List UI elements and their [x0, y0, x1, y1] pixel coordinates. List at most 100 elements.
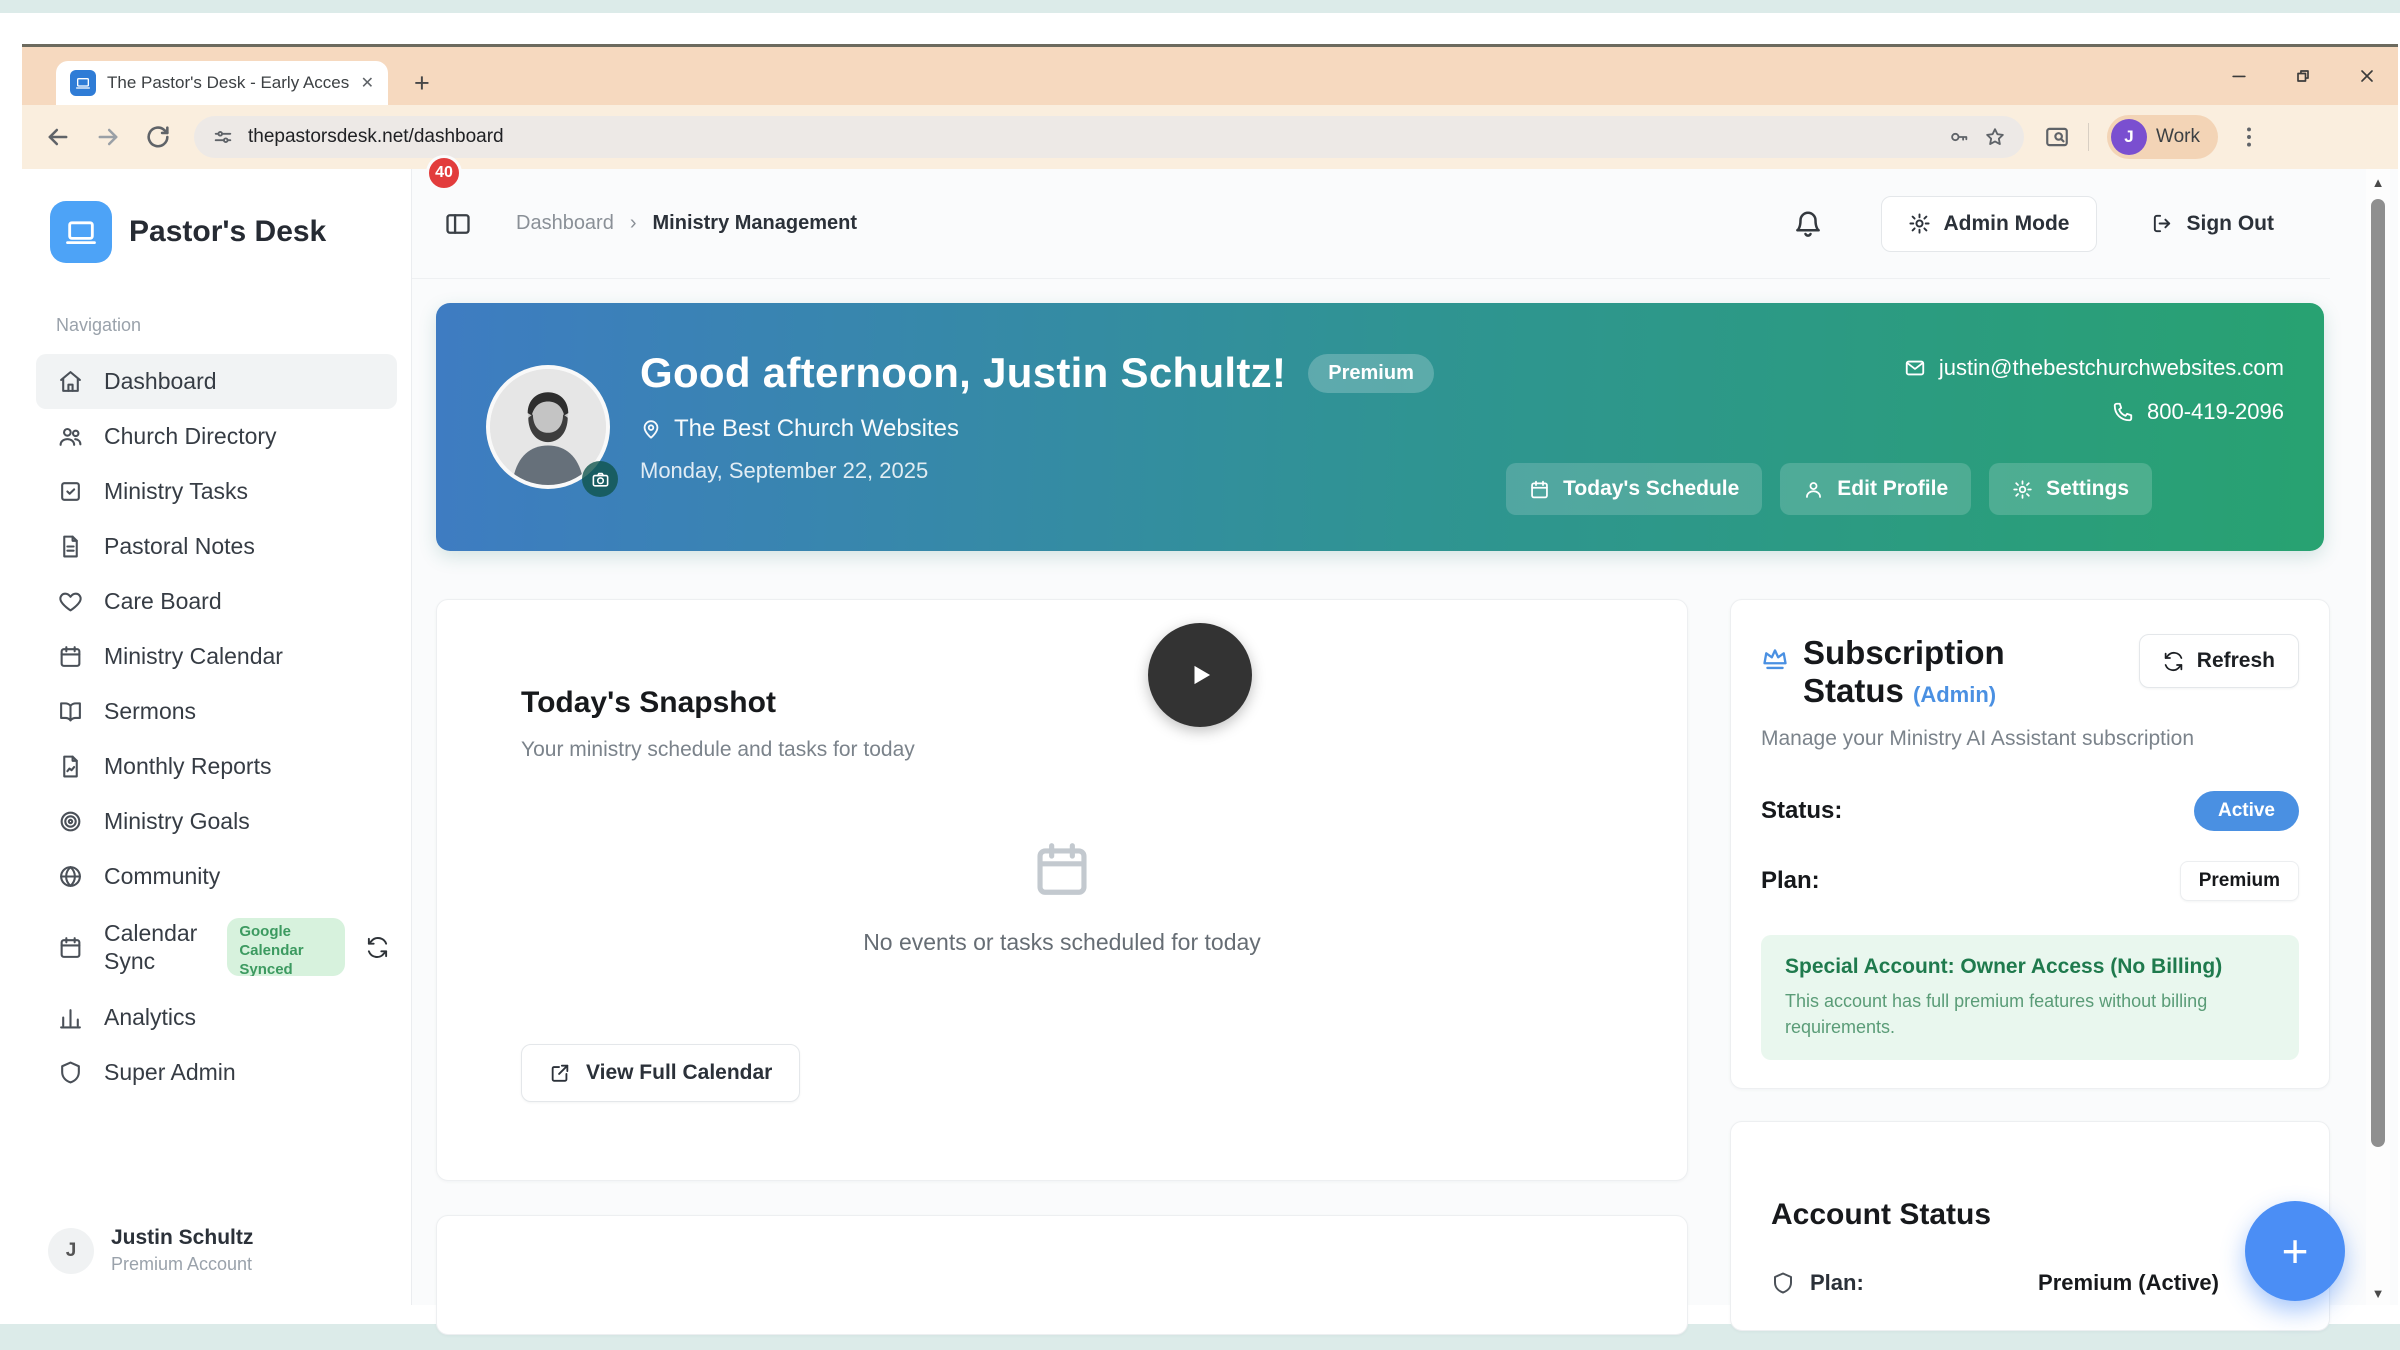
- view-full-calendar-button[interactable]: View Full Calendar: [521, 1044, 800, 1102]
- address-bar[interactable]: thepastorsdesk.net/dashboard: [194, 116, 2024, 158]
- main-area: Dashboard › Ministry Management 40 Admin…: [412, 169, 2330, 1305]
- page-scrollbar[interactable]: ▲ ▼: [2366, 169, 2390, 1305]
- sidebar-item-care-board[interactable]: Care Board: [36, 574, 397, 629]
- url-text[interactable]: thepastorsdesk.net/dashboard: [248, 126, 1934, 148]
- sidebar: Pastor's Desk Navigation Dashboard Churc…: [22, 169, 412, 1305]
- notifications-bell-icon[interactable]: [1793, 209, 1823, 239]
- sidebar-item-monthly-reports[interactable]: Monthly Reports: [36, 739, 397, 794]
- browser-menu-icon[interactable]: [2236, 124, 2262, 150]
- password-key-icon[interactable]: [1948, 126, 1970, 148]
- crown-icon: [1761, 644, 1789, 672]
- account-status-title: Account Status: [1771, 1198, 2289, 1232]
- breadcrumb-page: Ministry Management: [653, 212, 857, 235]
- profile-label: Work: [2156, 126, 2200, 148]
- sidebar-item-pastoral-notes[interactable]: Pastoral Notes: [36, 519, 397, 574]
- tune-icon[interactable]: [212, 126, 234, 148]
- calendar-icon: [1529, 479, 1550, 500]
- forward-button[interactable]: [94, 123, 122, 151]
- refresh-icon: [2163, 651, 2184, 672]
- account-plan-value: Premium (Active): [2038, 1270, 2219, 1296]
- subscription-subtitle: Manage your Ministry AI Assistant subscr…: [1761, 727, 2299, 751]
- scrollbar-thumb[interactable]: [2371, 199, 2385, 1147]
- banner-email[interactable]: justin@thebestchurchwebsites.com: [1939, 355, 2284, 381]
- church-name: The Best Church Websites: [674, 415, 959, 443]
- tab-close-icon[interactable]: ✕: [361, 73, 374, 93]
- sidebar-user[interactable]: J Justin Schultz Premium Account: [48, 1226, 253, 1275]
- play-icon: [1178, 653, 1222, 697]
- browser-tab-strip: The Pastor's Desk - Early Acces ✕ +: [22, 47, 2398, 105]
- close-button[interactable]: [2356, 65, 2378, 87]
- banner-date: Monday, September 22, 2025: [640, 458, 1434, 484]
- camera-icon: [591, 470, 610, 489]
- app-logo-row[interactable]: Pastor's Desk: [50, 201, 411, 263]
- note-icon: [58, 534, 83, 559]
- tab-favicon-icon: [70, 70, 96, 96]
- back-button[interactable]: [44, 123, 72, 151]
- scrollbar-up-arrow[interactable]: ▲: [2366, 175, 2390, 190]
- sidebar-item-sermons[interactable]: Sermons: [36, 684, 397, 739]
- sidebar-item-calendar-sync[interactable]: Calendar Sync Google Calendar Synced: [36, 904, 397, 990]
- change-photo-button[interactable]: [582, 461, 618, 497]
- notice-text: This account has full premium features w…: [1785, 988, 2275, 1040]
- subscription-title: Subscription Status (Admin): [1803, 634, 2103, 711]
- banner-phone[interactable]: 800-419-2096: [2147, 399, 2284, 425]
- refresh-button[interactable]: Refresh: [2139, 634, 2299, 688]
- new-tab-button[interactable]: +: [414, 61, 430, 105]
- frame-strip-top: [0, 0, 2400, 13]
- sidebar-item-analytics[interactable]: Analytics: [36, 990, 397, 1045]
- admin-mode-button[interactable]: Admin Mode: [1881, 196, 2097, 252]
- sidebar-item-ministry-goals[interactable]: Ministry Goals: [36, 794, 397, 849]
- plan-badge: Premium: [2180, 861, 2299, 901]
- video-play-button[interactable]: [1148, 623, 1252, 727]
- breadcrumb-chevron-icon: ›: [630, 212, 637, 235]
- settings-button[interactable]: Settings: [1989, 463, 2152, 515]
- toolbar-divider: [2088, 123, 2089, 151]
- admin-tag: (Admin): [1913, 682, 1996, 707]
- sidebar-item-community[interactable]: Community: [36, 849, 397, 904]
- edit-profile-button[interactable]: Edit Profile: [1780, 463, 1971, 515]
- user-avatar: J: [48, 1228, 94, 1274]
- todays-snapshot-card: Today's Snapshot Your ministry schedule …: [436, 599, 1688, 1181]
- add-fab-button[interactable]: +: [2245, 1201, 2345, 1301]
- task-icon: [58, 479, 83, 504]
- restore-button[interactable]: [2292, 65, 2314, 87]
- browser-tab[interactable]: The Pastor's Desk - Early Acces ✕: [56, 61, 388, 105]
- sidebar-item-ministry-calendar[interactable]: Ministry Calendar: [36, 629, 397, 684]
- screen: The Pastor's Desk - Early Acces ✕ + thep…: [0, 0, 2400, 1350]
- sidebar-toggle-icon[interactable]: [444, 210, 472, 238]
- special-account-notice: Special Account: Owner Access (No Billin…: [1761, 935, 2299, 1060]
- scrollbar-down-arrow[interactable]: ▼: [2366, 1286, 2390, 1301]
- nav-item-badge: Google Calendar Synced: [227, 918, 345, 976]
- calendar-icon: [58, 644, 83, 669]
- toolbar-right: J Work: [2044, 115, 2262, 159]
- external-link-icon: [549, 1062, 571, 1084]
- sidebar-item-ministry-tasks[interactable]: Ministry Tasks: [36, 464, 397, 519]
- user-name: Justin Schultz: [111, 1226, 253, 1250]
- empty-calendar-icon: [1031, 838, 1093, 900]
- sync-icon[interactable]: [366, 936, 389, 959]
- bookmark-star-icon[interactable]: [1984, 126, 2006, 148]
- minimize-button[interactable]: [2228, 65, 2250, 87]
- home-icon: [58, 369, 83, 394]
- map-pin-icon: [640, 418, 662, 440]
- breadcrumb-section[interactable]: Dashboard: [516, 212, 614, 235]
- sidebar-item-super-admin[interactable]: Super Admin: [36, 1045, 397, 1100]
- shield-icon: [1771, 1271, 1795, 1295]
- notice-title: Special Account: Owner Access (No Billin…: [1785, 955, 2275, 979]
- sidebar-item-dashboard[interactable]: Dashboard: [36, 354, 397, 409]
- window-controls: [2228, 47, 2378, 105]
- tab-title: The Pastor's Desk - Early Acces: [107, 73, 350, 93]
- notifications-badge: 40: [426, 155, 462, 191]
- sign-out-button[interactable]: Sign Out: [2125, 196, 2301, 252]
- today-s-schedule-button[interactable]: Today's Schedule: [1506, 463, 1762, 515]
- reload-button[interactable]: [144, 123, 172, 151]
- app-name: Pastor's Desk: [129, 215, 326, 249]
- side-panel-search-icon[interactable]: [2044, 124, 2070, 150]
- browser-profile-chip[interactable]: J Work: [2107, 115, 2218, 159]
- heart-icon: [58, 589, 83, 614]
- app-logo-icon: [50, 201, 112, 263]
- gear-icon: [2012, 479, 2033, 500]
- browser-toolbar: thepastorsdesk.net/dashboard J Work: [22, 105, 2398, 169]
- subscription-status-card: Subscription Status (Admin) Refresh Mana…: [1730, 599, 2330, 1089]
- sidebar-item-church-directory[interactable]: Church Directory: [36, 409, 397, 464]
